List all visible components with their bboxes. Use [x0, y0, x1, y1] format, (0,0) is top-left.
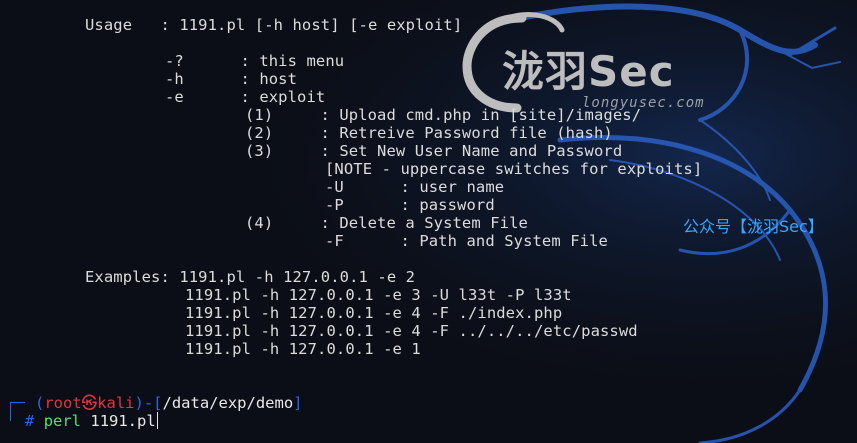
exploit-line: (2) : Retreive Password file (hash) — [245, 124, 613, 142]
sub-option-line: -U : user name — [325, 178, 505, 196]
prompt-user: root — [44, 394, 82, 412]
prompt-host: kali — [97, 394, 135, 412]
prompt-hash: # — [25, 412, 35, 430]
prompt-open: ( — [35, 394, 45, 412]
option-line: -e : exploit — [165, 88, 326, 106]
example-line: 1191.pl -h 127.0.0.1 -e 3 -U l33t -P l33… — [185, 286, 572, 304]
example-line: 1191.pl -h 127.0.0.1 -e 1 — [185, 340, 421, 358]
command-argument: 1191.pl — [90, 412, 156, 430]
shell-command-line[interactable]: # perl 1191.pl — [10, 412, 158, 430]
examples-line: Examples: 1191.pl -h 127.0.0.1 -e 2 — [85, 268, 416, 286]
prompt-separator: )-[ — [134, 394, 163, 412]
prompt-path: /data/exp/demo — [162, 394, 294, 412]
note-line: [NOTE - uppercase switches for exploits] — [325, 160, 703, 178]
option-line: -h : host — [165, 70, 298, 88]
sub-option-line: -P : password — [325, 196, 495, 214]
command-name: perl — [43, 412, 82, 430]
sub-option-line: -F : Path and System File — [325, 232, 608, 250]
option-line: -? : this menu — [165, 52, 345, 70]
exploit-line: (4) : Delete a System File — [245, 214, 528, 232]
terminal-output: Usage : 1191.pl [-h host] [-e exploit] -… — [0, 0, 857, 443]
text-cursor — [156, 412, 158, 429]
example-line: 1191.pl -h 127.0.0.1 -e 4 -F ../../../et… — [185, 322, 638, 340]
example-line: 1191.pl -h 127.0.0.1 -e 4 -F ./index.php — [185, 304, 563, 322]
usage-line: Usage : 1191.pl [-h host] [-e exploit] — [85, 16, 463, 34]
exploit-line: (3) : Set New User Name and Password — [245, 142, 623, 160]
prompt-at-icon: ㉿ — [81, 394, 98, 412]
prompt-close: ] — [293, 394, 303, 412]
shell-prompt-header: (root㉿kali)-[/data/exp/demo] — [10, 394, 303, 412]
exploit-line: (1) : Upload cmd.php in [site]/images/ — [245, 106, 642, 124]
